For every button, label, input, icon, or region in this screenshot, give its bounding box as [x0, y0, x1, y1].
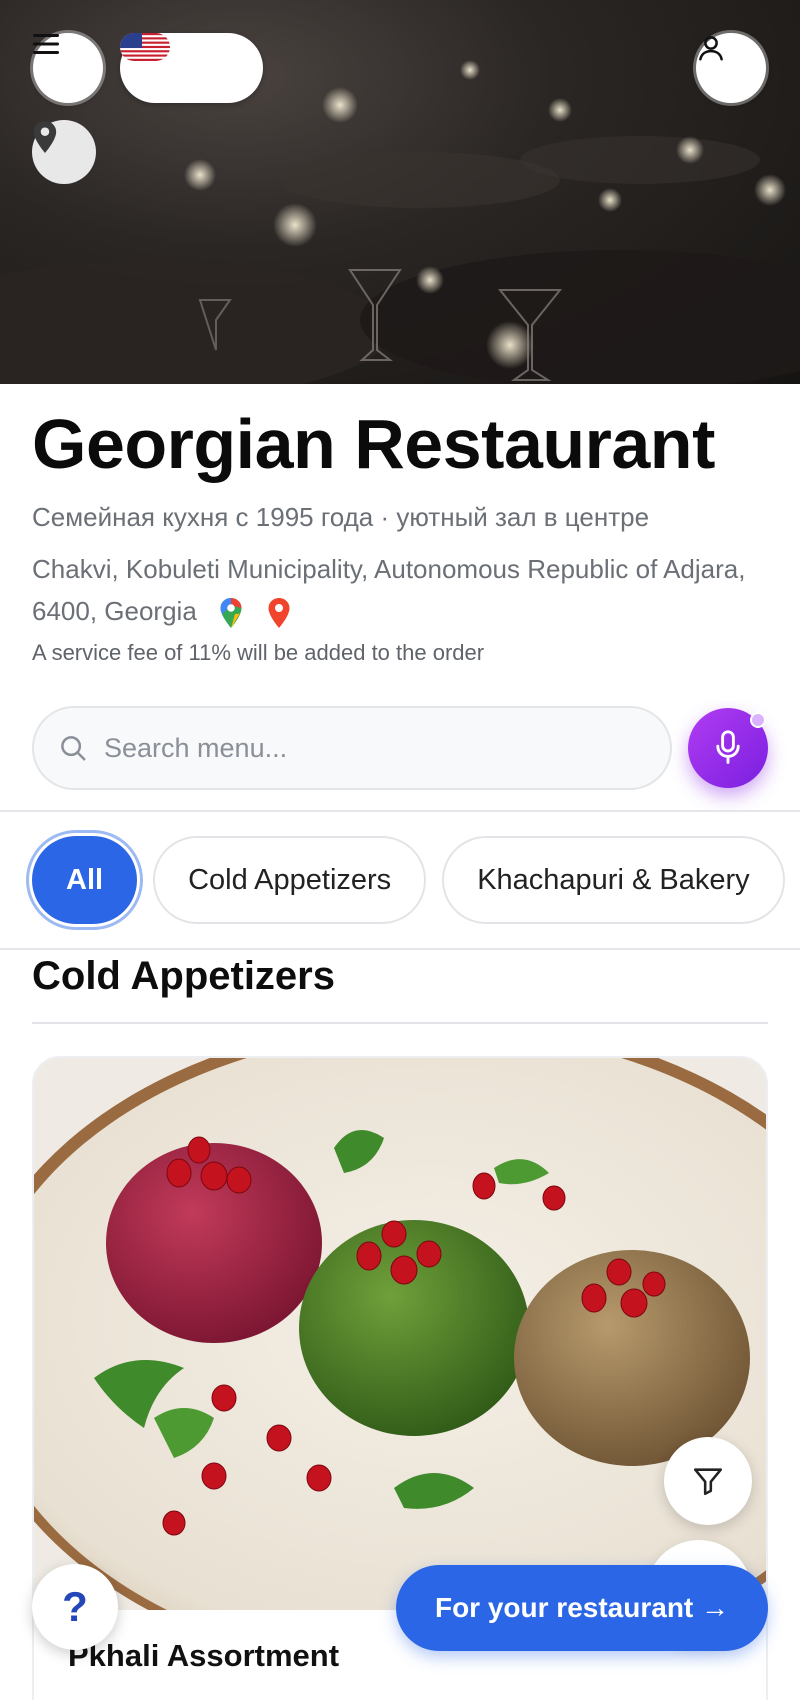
filter-button[interactable]: [664, 1437, 752, 1525]
divider: [0, 948, 800, 950]
search-icon: [61, 736, 86, 761]
service-fee-note: A service fee of 11% will be added to th…: [32, 640, 485, 665]
restaurant-name: Georgian Restaurant: [32, 405, 715, 483]
category-tabs: All Cold Appetizers Khachapuri & Bakery: [32, 836, 785, 924]
hero-banner: [0, 0, 800, 384]
location-button[interactable]: [32, 120, 96, 184]
map-pin-icon: [33, 121, 57, 153]
filter-icon: [693, 1468, 723, 1496]
category-chip-khachapuri-bakery[interactable]: Khachapuri & Bakery: [442, 836, 785, 924]
address-text: Chakvi, Kobuleti Municipality, Autonomou…: [32, 554, 746, 626]
dish-image: [34, 1058, 766, 1610]
restaurant-tagline: Семейная кухня с 1995 года · уютный зал …: [32, 502, 650, 532]
search-bar[interactable]: [32, 706, 672, 790]
google-maps-icon[interactable]: [218, 597, 244, 629]
section-divider: [32, 1022, 768, 1024]
category-chip-cold-appetizers[interactable]: Cold Appetizers: [153, 836, 427, 924]
divider: [0, 810, 800, 812]
dish-name: Pkhali Assortment: [68, 1638, 340, 1673]
map-marker-icon[interactable]: [266, 597, 292, 629]
for-your-restaurant-button[interactable]: For your restaurant →: [396, 1565, 768, 1651]
restaurant-address: Chakvi, Kobuleti Municipality, Autonomou…: [32, 548, 762, 632]
language-selector[interactable]: [120, 33, 263, 103]
mic-status-dot: [750, 712, 766, 728]
hamburger-menu-icon: [33, 34, 59, 54]
help-button[interactable]: ?: [32, 1564, 118, 1650]
microphone-icon: [716, 730, 740, 764]
category-chip-all[interactable]: All: [32, 836, 138, 924]
search-input[interactable]: [104, 732, 644, 764]
user-profile-icon: [699, 36, 723, 61]
section-title: Cold Appetizers: [32, 954, 335, 998]
user-profile-button[interactable]: [696, 33, 766, 103]
menu-button[interactable]: [33, 33, 103, 103]
voice-search-button[interactable]: [688, 708, 768, 788]
us-flag-icon: [120, 33, 170, 61]
